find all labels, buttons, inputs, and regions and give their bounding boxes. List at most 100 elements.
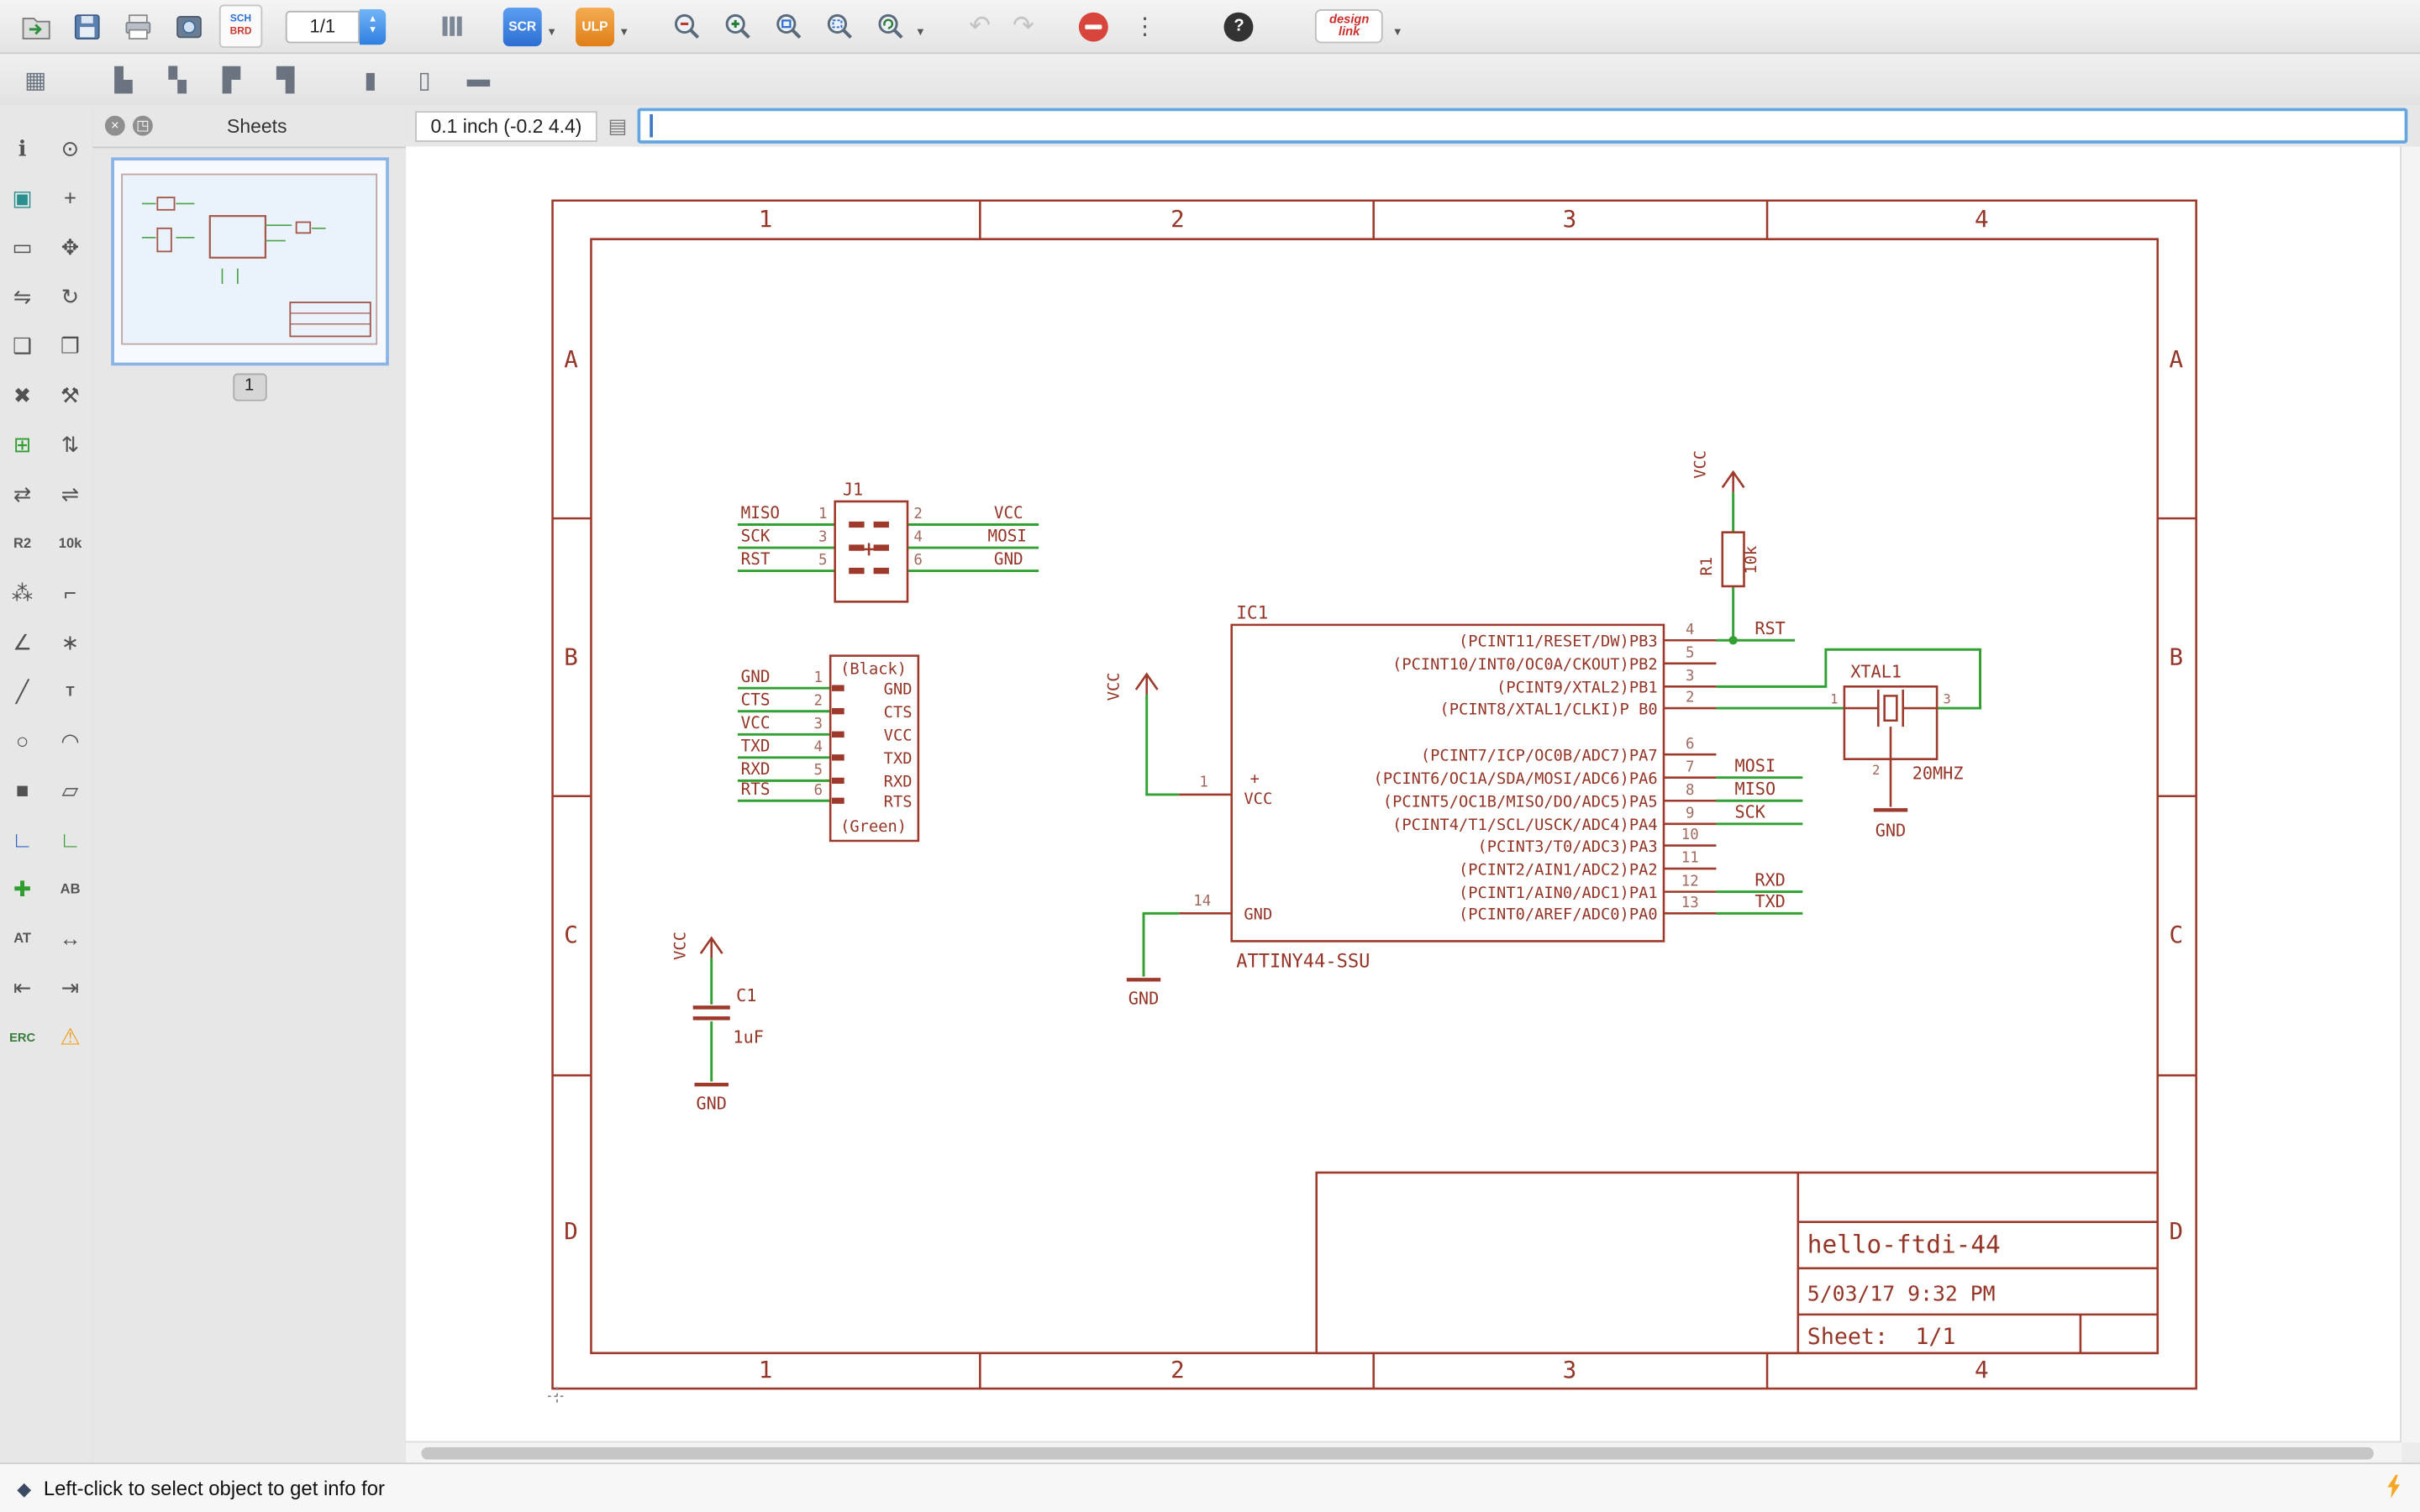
panel-toggle-2-icon[interactable]: ▯ [408, 66, 441, 93]
overflow-menu-icon[interactable]: ⋮ [1134, 13, 1157, 40]
zoom-dropdown-icon[interactable]: ▼ [915, 27, 926, 38]
supply-gnd-ic1[interactable]: GND [1127, 979, 1160, 1008]
run-script-button[interactable]: SCR [503, 7, 542, 45]
sheet-thumbnail[interactable] [113, 160, 385, 363]
mark-tool[interactable]: + [50, 179, 91, 216]
zoom-redraw-icon[interactable] [871, 6, 911, 46]
frame-row-label: B [564, 644, 578, 671]
horizontal-scrollbar[interactable] [406, 1441, 2402, 1465]
smash-tool[interactable]: ⁂ [3, 574, 43, 611]
sheet-selector[interactable]: 1/1 ▲▼ [286, 8, 386, 44]
text-caret [650, 114, 653, 138]
sheet-number-label: Sheet: [1807, 1324, 1888, 1350]
text-tool[interactable]: T [50, 673, 91, 710]
info-tool[interactable]: ℹ [3, 129, 43, 166]
panel-toggle-3-icon[interactable]: ▬ [461, 66, 495, 92]
net-tool[interactable]: ∟ [50, 821, 91, 858]
command-input[interactable] [641, 111, 2405, 140]
supply-vcc-ic1[interactable]: VCC [1106, 672, 1158, 701]
mirror-tool[interactable]: ⇋ [3, 278, 43, 315]
display-pair-3-icon[interactable]: ▛ [214, 66, 248, 93]
circle-tool[interactable]: ○ [3, 722, 43, 759]
command-history-icon[interactable]: ▤ [608, 113, 628, 138]
add-part-tool[interactable]: ⊞ [3, 426, 43, 463]
component-ic1[interactable]: IC1 ATTINY44-SSU + VCC GND 1 14 (PCINT11… [1179, 602, 1786, 973]
coordinate-display: 0.1 inch (-0.2 4.4) [415, 110, 597, 141]
help-button[interactable]: ? [1224, 12, 1254, 41]
gnd-label: GND [696, 1094, 726, 1114]
display-layers-tool[interactable]: ▣ [3, 179, 43, 216]
stop-icon[interactable] [1079, 12, 1108, 41]
component-xtal1[interactable]: XTAL1 20MHZ 1 3 2 GND [1830, 661, 1963, 840]
gateswap-tool[interactable]: ⇄ [3, 475, 43, 512]
rect-tool[interactable]: ■ [3, 771, 43, 808]
schematic-canvas[interactable]: 1 2 3 4 1 2 3 4 A B C D A B C D [406, 146, 2402, 1442]
bus-tool[interactable]: ∟ [3, 821, 43, 858]
zoom-in-icon[interactable] [718, 6, 758, 46]
net-label: MOSI [988, 527, 1027, 546]
open-icon[interactable] [15, 6, 55, 46]
panel-toggle-1-icon[interactable]: ▮ [354, 66, 387, 93]
zoom-fit-icon[interactable] [768, 6, 808, 46]
miter-tool[interactable]: ⌐ [50, 574, 91, 611]
print-icon[interactable] [118, 6, 158, 46]
sheet-stepper-icon[interactable]: ▲▼ [360, 8, 386, 44]
redo-icon[interactable]: ↷ [1013, 11, 1034, 42]
display-pair-1-icon[interactable]: ▙ [107, 66, 140, 93]
polygon-tool[interactable]: ▱ [50, 771, 91, 808]
erc-tool[interactable]: ERC [3, 1018, 43, 1055]
zoom-select-icon[interactable] [819, 6, 860, 46]
detach-panel-icon[interactable]: ◳ [133, 116, 153, 136]
cam-processor-icon[interactable] [168, 6, 208, 46]
run-ulp-button[interactable]: ULP [576, 7, 614, 45]
net-label: RXD [1754, 869, 1785, 890]
name-tool[interactable]: R2 [3, 524, 43, 561]
sch-brd-switch-icon[interactable]: SCH BRD [219, 5, 262, 48]
replace-tool[interactable]: ⇌ [50, 475, 91, 512]
paste-tool[interactable]: ❒ [50, 327, 91, 364]
pin-number: 11 [1681, 850, 1699, 867]
save-icon[interactable] [66, 6, 107, 46]
measure-right-tool[interactable]: ⇥ [50, 969, 91, 1005]
dimension-tool[interactable]: ↔ [50, 920, 91, 957]
split-tool[interactable]: ∠ [3, 623, 43, 660]
ulp-dropdown-icon[interactable]: ▼ [618, 27, 629, 38]
design-link-dropdown-icon[interactable]: ▼ [1392, 27, 1403, 38]
value-tool[interactable]: 10k [50, 524, 91, 561]
vertical-scrollbar[interactable] [2400, 146, 2420, 1442]
measure-left-tool[interactable]: ⇤ [3, 969, 43, 1005]
close-panel-icon[interactable]: × [105, 116, 125, 136]
arc-tool[interactable]: ◠ [50, 722, 91, 759]
vcc-label: VCC [1692, 450, 1710, 479]
scr-dropdown-icon[interactable]: ▼ [546, 27, 557, 38]
component-c1[interactable]: VCC C1 1uF GND [672, 932, 764, 1114]
pin-number: 1 [1199, 774, 1208, 791]
grid-table-icon[interactable]: ▦ [18, 66, 52, 93]
errors-tool[interactable]: ⚠ [50, 1018, 91, 1055]
component-r1[interactable]: R1 10k VCC [1692, 450, 1761, 586]
display-pair-4-icon[interactable]: ▜ [269, 66, 302, 93]
invoke-tool[interactable]: ∗ [50, 623, 91, 660]
component-j1[interactable]: J1 MISO SCK RST 1 3 5 2 4 6 VCC MOSI GND [741, 480, 1027, 602]
pin-number: 6 [1686, 736, 1695, 753]
zoom-out-icon[interactable] [666, 6, 707, 46]
copy-tool[interactable]: ❑ [3, 327, 43, 364]
display-pair-2-icon[interactable]: ▚ [160, 66, 194, 93]
show-tool[interactable]: ⊙ [50, 129, 91, 166]
delete-tool[interactable]: ✖ [3, 376, 43, 413]
sheet-tab-1[interactable]: 1 [232, 373, 266, 401]
wire-tool[interactable]: ╱ [3, 673, 43, 710]
junction-tool[interactable]: ✚ [3, 870, 43, 907]
undo-icon[interactable]: ↶ [969, 11, 991, 42]
design-link-button[interactable]: design link [1315, 9, 1382, 43]
group-tool[interactable]: ▭ [3, 228, 43, 265]
rotate-tool[interactable]: ↻ [50, 278, 91, 315]
move-tool[interactable]: ✥ [50, 228, 91, 265]
grid-icon[interactable] [432, 6, 472, 46]
change-tool[interactable]: ⚒ [50, 376, 91, 413]
pinswap-tool[interactable]: ⇅ [50, 426, 91, 463]
horizontal-scroll-thumb[interactable] [421, 1447, 2373, 1460]
component-ftdi-header[interactable]: (Black) (Green) GND CTS VCC TXD RXD RTS … [741, 656, 918, 841]
attribute-tool[interactable]: AT [3, 920, 43, 957]
label-tool[interactable]: AB [50, 870, 91, 907]
